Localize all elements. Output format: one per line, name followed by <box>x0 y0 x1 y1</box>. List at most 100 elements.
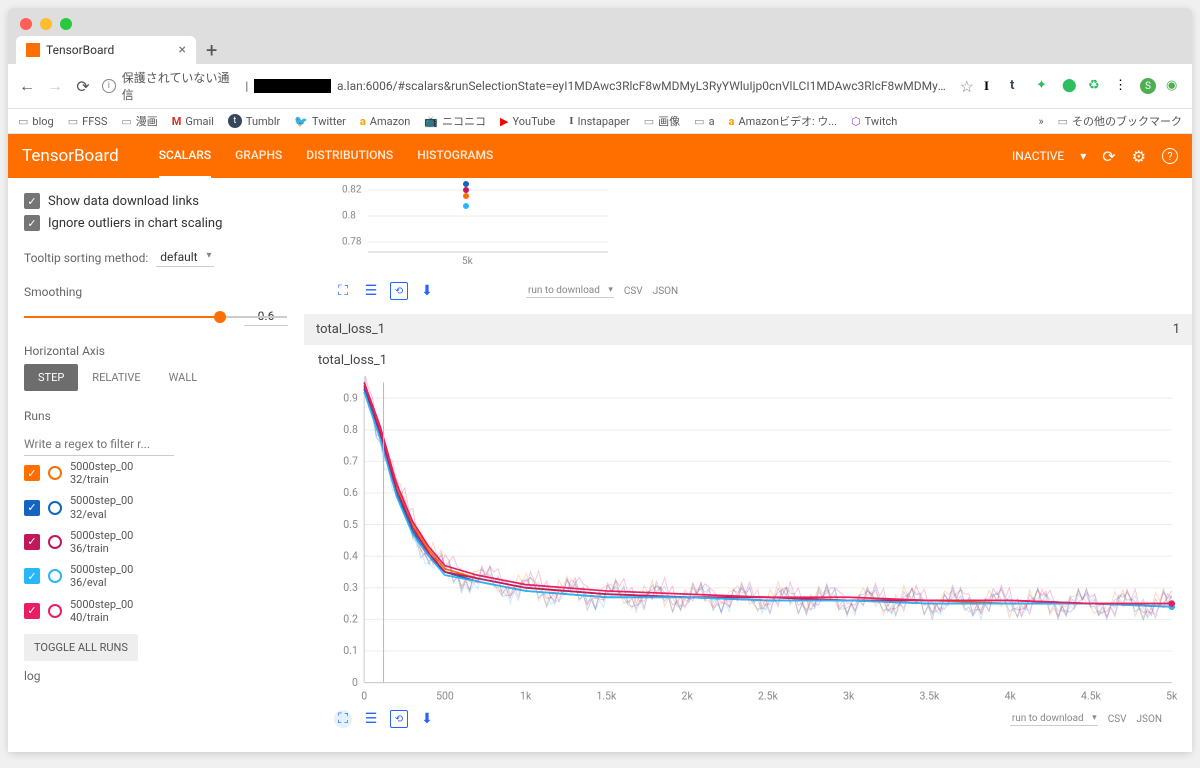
tab-title: TensorBoard <box>46 43 114 57</box>
bookmark-item[interactable]: tTumblr <box>228 114 280 128</box>
expand-icon[interactable]: ⛶ <box>334 282 352 300</box>
bookmark-item[interactable]: ▭blog <box>18 115 54 128</box>
small-chart: 0.82 0.8 0.78 5k <box>304 178 1192 278</box>
tab-histograms[interactable]: HISTOGRAMS <box>417 134 493 179</box>
bookmark-star-icon[interactable]: ☆ <box>960 77 974 96</box>
ext-icon-1[interactable]: ⬤ <box>1062 78 1078 94</box>
status-label: INACTIVE <box>1012 149 1064 163</box>
forward-button[interactable]: → <box>46 77 64 95</box>
slider-thumb[interactable] <box>214 311 226 323</box>
svg-text:2k: 2k <box>682 690 694 703</box>
axis-relative-button[interactable]: RELATIVE <box>78 364 154 391</box>
json-link[interactable]: JSON <box>653 286 678 297</box>
new-tab-button[interactable]: + <box>196 38 227 62</box>
svg-text:3k: 3k <box>843 690 855 703</box>
tooltip-sort-select[interactable]: default <box>156 248 213 267</box>
csv-link[interactable]: CSV <box>624 286 643 297</box>
axis-step-button[interactable]: STEP <box>24 364 78 391</box>
list-icon[interactable]: ☰ <box>362 710 380 728</box>
ignore-outliers-checkbox[interactable]: ✓ <box>24 215 40 231</box>
bookmark-item[interactable]: ▶YouTube <box>500 115 555 128</box>
bookmark-item[interactable]: ▭a <box>694 115 714 128</box>
other-bookmarks[interactable]: ▭その他のブックマーク <box>1058 113 1182 129</box>
bookmarks-overflow[interactable]: » <box>1038 115 1043 128</box>
download-icon[interactable]: ⬇ <box>418 710 436 728</box>
bookmark-item[interactable]: ⬡Twitch <box>851 115 897 128</box>
reset-zoom-icon[interactable]: ⟲ <box>390 282 408 300</box>
svg-text:0.7: 0.7 <box>343 455 358 468</box>
reset-zoom-icon[interactable]: ⟲ <box>390 710 408 728</box>
main-panel: 0.82 0.8 0.78 5k <box>304 178 1192 752</box>
run-download-select[interactable]: run to download <box>1010 712 1098 726</box>
browser-tab[interactable]: TensorBoard × <box>16 36 196 64</box>
tab-scalars[interactable]: SCALARS <box>159 134 211 179</box>
run-checkbox[interactable]: ✓ <box>24 465 40 481</box>
help-icon[interactable]: ? <box>1162 148 1178 164</box>
toggle-all-runs-button[interactable]: TOGGLE ALL RUNS <box>24 634 138 661</box>
bookmark-item[interactable]: aAmazonビデオ: ウ... <box>729 113 838 129</box>
svg-text:0.6: 0.6 <box>343 486 358 499</box>
download-icon[interactable]: ⬇ <box>418 282 436 300</box>
ext-icon-3[interactable]: S <box>1140 78 1156 94</box>
instapaper-ext-icon[interactable]: I <box>984 78 1000 94</box>
bookmark-item[interactable]: 🐦Twitter <box>294 115 346 128</box>
window-controls <box>8 8 1192 36</box>
svg-text:0: 0 <box>361 690 367 703</box>
bookmark-item[interactable]: 📺ニコニコ <box>424 113 486 129</box>
menu-icon[interactable]: ⋮ <box>1114 78 1130 94</box>
total-loss-chart[interactable]: 0.90.80.70.60.50.40.30.20.1005001k1.5k2k… <box>318 376 1178 706</box>
niconico-icon: 📺 <box>424 115 438 128</box>
minimize-window[interactable] <box>40 18 52 30</box>
json-link[interactable]: JSON <box>1137 714 1162 725</box>
close-tab-icon[interactable]: × <box>179 42 186 58</box>
amazon-icon: a <box>360 115 366 128</box>
run-checkbox[interactable]: ✓ <box>24 568 40 584</box>
svg-text:0.9: 0.9 <box>343 391 358 404</box>
svg-text:1k: 1k <box>520 690 532 703</box>
svg-text:1.5k: 1.5k <box>596 690 616 703</box>
smoothing-slider[interactable] <box>24 316 226 318</box>
run-checkbox[interactable]: ✓ <box>24 603 40 619</box>
ext-icon-2[interactable]: ♻ <box>1088 78 1104 94</box>
status-dropdown-icon[interactable]: ▾ <box>1080 149 1086 163</box>
run-checkbox[interactable]: ✓ <box>24 534 40 550</box>
show-download-checkbox[interactable]: ✓ <box>24 193 40 209</box>
close-window[interactable] <box>20 18 32 30</box>
run-download-select[interactable]: run to download <box>526 284 614 298</box>
svg-text:4k: 4k <box>1005 690 1017 703</box>
bookmark-item[interactable]: ▭画像 <box>644 113 680 129</box>
bookmark-item[interactable]: MGmail <box>172 115 214 128</box>
smoothing-label: Smoothing <box>24 285 288 299</box>
bookmark-item[interactable]: ▭FFSS <box>68 115 108 128</box>
axis-wall-button[interactable]: WALL <box>155 364 212 391</box>
address-bar[interactable]: i 保護されていない通信 | a.lan:6006/#scalars&runSe… <box>102 69 950 103</box>
svg-text:0.4: 0.4 <box>343 549 358 562</box>
list-icon[interactable]: ☰ <box>362 282 380 300</box>
ext-icon-4[interactable]: ◉ <box>1166 78 1182 94</box>
run-name: 5000step_0032/train <box>70 460 133 486</box>
bookmark-item[interactable]: IInstapaper <box>569 115 630 128</box>
tab-distributions[interactable]: DISTRIBUTIONS <box>306 134 393 179</box>
expand-icon[interactable]: ⛶ <box>334 710 352 728</box>
tensorboard-favicon <box>26 43 40 57</box>
svg-text:5k: 5k <box>1166 690 1178 703</box>
bookmark-item[interactable]: ▭漫画 <box>121 113 157 129</box>
run-color-swatch <box>48 466 62 480</box>
back-button[interactable]: ← <box>18 77 36 95</box>
settings-gear-icon[interactable]: ⚙ <box>1132 147 1146 166</box>
csv-link[interactable]: CSV <box>1108 714 1127 725</box>
folder-icon: ▭ <box>694 115 704 128</box>
runs-filter-input[interactable] <box>24 433 174 456</box>
tumblr-ext-icon[interactable]: t <box>1010 78 1026 94</box>
run-name: 5000step_0040/train <box>70 598 133 624</box>
bookmark-item[interactable]: aAmazon <box>360 115 410 128</box>
twitter-icon: 🐦 <box>294 115 308 128</box>
run-checkbox[interactable]: ✓ <box>24 500 40 516</box>
maximize-window[interactable] <box>60 18 72 30</box>
site-info-icon[interactable]: i <box>102 79 116 93</box>
tab-graphs[interactable]: GRAPHS <box>235 134 282 179</box>
tag-header[interactable]: total_loss_1 1 <box>304 314 1192 345</box>
evernote-ext-icon[interactable]: ✦ <box>1036 78 1052 94</box>
refresh-icon[interactable]: ⟳ <box>1102 147 1115 166</box>
reload-button[interactable]: ⟳ <box>74 77 92 95</box>
